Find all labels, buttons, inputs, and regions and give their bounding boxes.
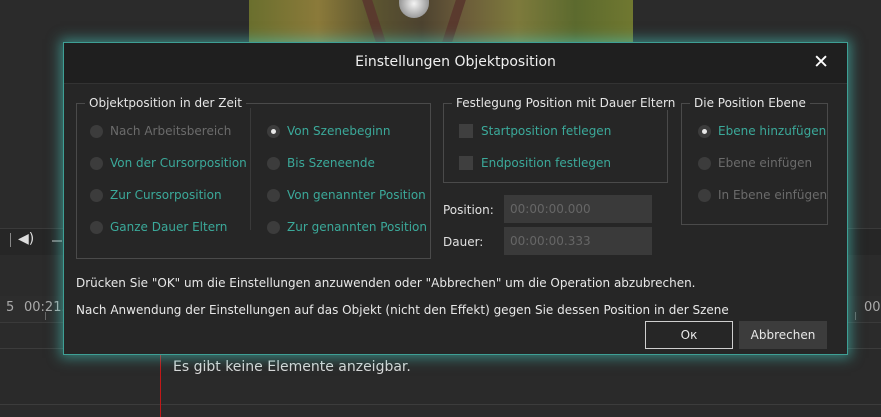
checkbox-label: Endposition festlegen [481, 156, 612, 170]
radio-button [90, 124, 103, 138]
dialog-title-bar: Einstellungen Objektposition ✕ [64, 43, 847, 84]
radio-to-scene-end[interactable]: Bis Szeneende [267, 156, 375, 170]
radio-add-layer[interactable]: Ebene hinzufügen [698, 124, 826, 138]
duration-label: Dauer: [443, 235, 484, 249]
radio-to-cursor[interactable]: Zur Cursorposition [90, 188, 222, 202]
parent-duration-group: Festlegung Position mit Dauer Eltern [443, 96, 680, 183]
timecode-label: 5 [6, 300, 15, 315]
radio-label: In Ebene einfügen [718, 188, 828, 202]
radio-label: Ebene hinzufügen [718, 124, 827, 138]
position-input[interactable] [504, 195, 652, 223]
radio-label: Ganze Dauer Eltern [110, 220, 228, 234]
radio-from-given-position[interactable]: Von genannter Position [267, 188, 426, 202]
radio-from-scene-start[interactable]: Von Szenebeginn [267, 124, 391, 138]
cancel-button[interactable]: Abbrechen [739, 321, 827, 349]
timeline-track[interactable] [0, 348, 881, 405]
radio-full-parent-duration[interactable]: Ganze Dauer Eltern [90, 220, 227, 234]
radio-insert-into-layer[interactable]: In Ebene einfügen [698, 188, 827, 202]
duration-input[interactable] [504, 227, 652, 255]
radio-button [267, 188, 280, 202]
radio-label: Zur Cursorposition [110, 188, 222, 202]
radio-button [90, 220, 103, 234]
radio-label: Nach Arbeitsbereich [110, 124, 232, 138]
radio-label: Von der Cursorposition [110, 156, 247, 170]
radio-label: Ebene einfügen [718, 156, 813, 170]
checkbox-label: Startposition fetlegen [481, 124, 612, 138]
info-text: Nach Anwendung der Einstellungen auf das… [76, 303, 729, 317]
ok-button[interactable]: Ок [645, 321, 733, 349]
dialog-title: Einstellungen Objektposition [355, 54, 556, 70]
close-icon[interactable]: ✕ [813, 51, 829, 73]
speaker-icon[interactable]: ◀) [18, 231, 34, 247]
ruler-tick [855, 312, 856, 320]
radio-to-given-position[interactable]: Zur genannten Position [267, 220, 427, 234]
time-position-legend: Objektposition in der Zeit [85, 96, 246, 110]
toolbar-separator [10, 233, 11, 247]
video-preview [249, 0, 633, 42]
preview-stand-right [442, 0, 466, 42]
radio-button-selected [698, 124, 711, 138]
radio-after-workarea[interactable]: Nach Arbeitsbereich [90, 124, 231, 138]
preview-stand-left [362, 0, 386, 42]
timecode-label: 00 [864, 300, 881, 315]
radio-from-cursor[interactable]: Von der Cursorposition [90, 156, 247, 170]
radio-label: Von genannter Position [287, 188, 426, 202]
radio-button-selected [267, 124, 280, 138]
layer-position-legend: Die Position Ebene [690, 96, 810, 110]
radio-label: Von Szenebeginn [287, 124, 391, 138]
checkbox [459, 156, 473, 170]
radio-insert-layer[interactable]: Ebene einfügen [698, 156, 812, 170]
checkbox-set-start[interactable]: Startposition fetlegen [459, 124, 611, 138]
group-divider [250, 108, 251, 230]
radio-label: Bis Szeneende [287, 156, 375, 170]
position-label: Position: [443, 203, 494, 217]
instruction-text: Drücken Sie "OK" um die Einstellungen an… [76, 276, 696, 290]
checkbox-set-end[interactable]: Endposition festlegen [459, 156, 611, 170]
radio-button [267, 156, 280, 170]
volume-slider[interactable] [52, 240, 62, 242]
radio-button [90, 188, 103, 202]
radio-button [698, 156, 711, 170]
radio-label: Zur genannten Position [287, 220, 427, 234]
empty-track-message: Es gibt keine Elemente anzeigbar. [173, 359, 411, 375]
preview-disco-ball [399, 0, 429, 18]
radio-button [90, 156, 103, 170]
radio-button [267, 220, 280, 234]
checkbox [459, 124, 473, 138]
ruler-tick [45, 312, 46, 320]
radio-button [698, 188, 711, 202]
parent-duration-legend: Festlegung Position mit Dauer Eltern [452, 96, 680, 110]
